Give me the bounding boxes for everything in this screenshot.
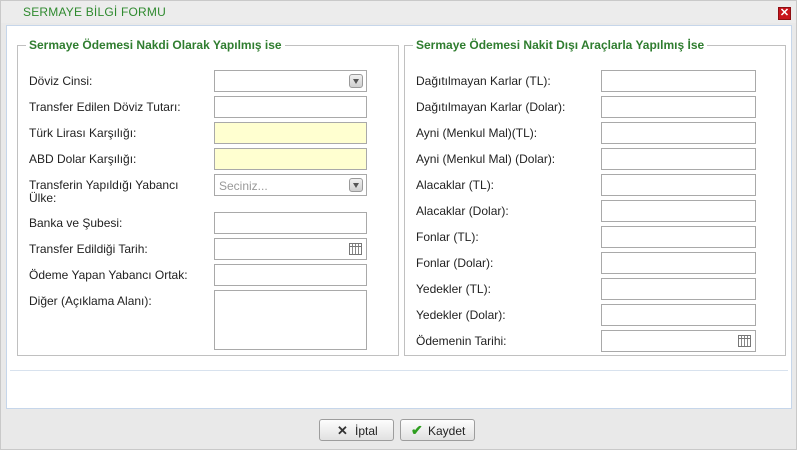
cancel-button[interactable]: ✕ İptal <box>319 419 394 441</box>
fonlar-tl-input[interactable] <box>601 226 756 248</box>
calendar-icon[interactable] <box>738 335 751 347</box>
field-label: Yedekler (TL): <box>416 282 491 296</box>
transfer-tarihi-label: Transfer Edildiği Tarih: <box>29 242 148 256</box>
save-button-label: Kaydet <box>428 424 466 438</box>
transfer-tarihi-input[interactable] <box>214 238 367 260</box>
form-area: Sermaye Ödemesi Nakdi Olarak Yapılmış is… <box>10 29 788 371</box>
odeme-yapan-ortak-input[interactable] <box>214 264 367 286</box>
field-label: Yedekler (Dolar): <box>416 308 506 322</box>
dialog-title: SERMAYE BİLGİ FORMU <box>23 5 166 19</box>
field-label: Fonlar (TL): <box>416 230 479 244</box>
yabanci-ulke-select[interactable]: Seciniz... <box>214 174 367 196</box>
yabanci-ulke-value: Seciniz... <box>219 179 268 193</box>
cash-payment-legend: Sermaye Ödemesi Nakdi Olarak Yapılmış is… <box>29 38 282 52</box>
close-icon[interactable]: ✕ <box>778 7 791 20</box>
dagitilmayan-karlar-tl-input[interactable] <box>601 70 756 92</box>
cancel-button-label: İptal <box>355 424 378 438</box>
abd-dolar-karsiligi-label: ABD Dolar Karşılığı: <box>29 152 137 166</box>
chevron-down-icon[interactable] <box>349 74 363 88</box>
dialog-titlebar: SERMAYE BİLGİ FORMU ✕ <box>1 1 796 23</box>
yedekler-dolar-input[interactable] <box>601 304 756 326</box>
x-icon: ✕ <box>337 423 348 438</box>
tl-karsiligi-input[interactable] <box>214 122 367 144</box>
yabanci-ulke-label-line2: Ülke: <box>29 191 57 205</box>
yedekler-tl-input[interactable] <box>601 278 756 300</box>
alacaklar-dolar-input[interactable] <box>601 200 756 222</box>
doviz-cinsi-label: Döviz Cinsi: <box>29 74 93 88</box>
odeme-yapan-ortak-label: Ödeme Yapan Yabancı Ortak: <box>29 268 188 282</box>
banka-subesi-label: Banka ve Şubesi: <box>29 216 123 230</box>
diger-label: Diğer (Açıklama Alanı): <box>29 294 152 308</box>
non-cash-payment-legend: Sermaye Ödemesi Nakit Dışı Araçlarla Yap… <box>416 38 705 52</box>
field-label: Alacaklar (Dolar): <box>416 204 509 218</box>
doviz-cinsi-select[interactable] <box>214 70 367 92</box>
field-label: Dağıtılmayan Karlar (TL): <box>416 74 551 88</box>
ayni-menkul-mal-tl-input[interactable] <box>601 122 756 144</box>
field-label: Fonlar (Dolar): <box>416 256 494 270</box>
field-label: Ödemenin Tarihi: <box>416 334 507 348</box>
diger-textarea[interactable] <box>214 290 367 350</box>
save-button[interactable]: ✔ Kaydet <box>400 419 475 441</box>
dialog-window: SERMAYE BİLGİ FORMU ✕ Sermaye Ödemesi Na… <box>0 0 797 450</box>
transfer-doviz-tutari-label: Transfer Edilen Döviz Tutarı: <box>29 100 181 114</box>
cash-payment-section: Sermaye Ödemesi Nakdi Olarak Yapılmış is… <box>17 38 399 356</box>
checkmark-icon: ✔ <box>411 422 423 438</box>
field-label: Dağıtılmayan Karlar (Dolar): <box>416 100 566 114</box>
field-label: Alacaklar (TL): <box>416 178 495 192</box>
dagitilmayan-karlar-dolar-input[interactable] <box>601 96 756 118</box>
non-cash-payment-section: Sermaye Ödemesi Nakit Dışı Araçlarla Yap… <box>404 38 786 356</box>
banka-subesi-input[interactable] <box>214 212 367 234</box>
tl-karsiligi-label: Türk Lirası Karşılığı: <box>29 126 137 140</box>
field-label: Ayni (Menkul Mal) (Dolar): <box>416 152 556 166</box>
alacaklar-tl-input[interactable] <box>601 174 756 196</box>
abd-dolar-karsiligi-input[interactable] <box>214 148 367 170</box>
dialog-body: Sermaye Ödemesi Nakdi Olarak Yapılmış is… <box>6 25 792 409</box>
field-label: Ayni (Menkul Mal)(TL): <box>416 126 538 140</box>
odeme-tarihi-input[interactable] <box>601 330 756 352</box>
calendar-icon[interactable] <box>349 243 362 255</box>
fonlar-dolar-input[interactable] <box>601 252 756 274</box>
chevron-down-icon[interactable] <box>349 178 363 192</box>
ayni-menkul-mal-dolar-input[interactable] <box>601 148 756 170</box>
transfer-doviz-tutari-input[interactable] <box>214 96 367 118</box>
